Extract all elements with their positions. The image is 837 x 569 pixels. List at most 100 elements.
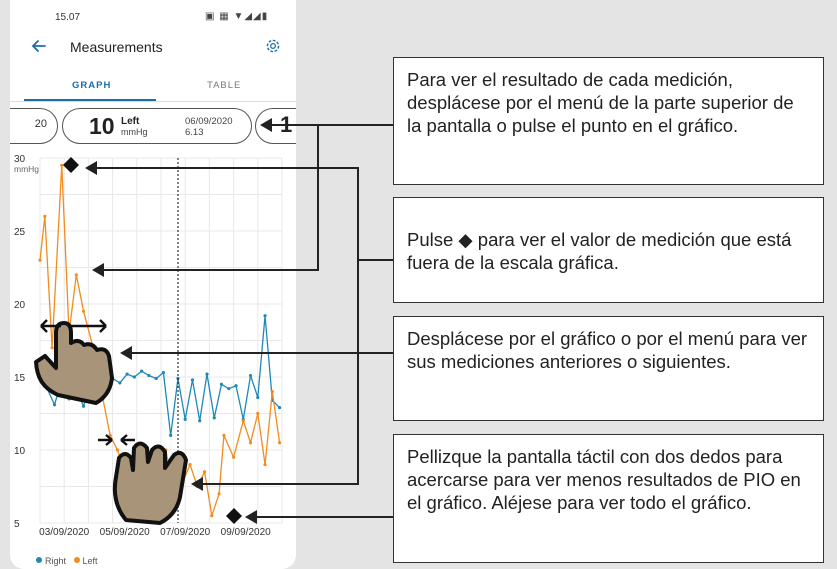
- callout-diamond-marker: Pulse ◆ para ver el valor de medición qu…: [393, 197, 824, 303]
- page-title: Measurements: [70, 39, 163, 55]
- data-point-left: [135, 492, 139, 496]
- data-point-right: [263, 314, 267, 318]
- data-point-right: [227, 387, 231, 391]
- data-point-left: [108, 433, 112, 437]
- data-point-right: [190, 378, 195, 382]
- tab-divider: [10, 101, 296, 102]
- data-point-left: [156, 492, 161, 496]
- data-point-right: [60, 378, 64, 382]
- measurement-eye: Left: [121, 116, 140, 127]
- gear-icon[interactable]: [264, 37, 282, 55]
- data-point-left: [232, 455, 236, 459]
- data-point-left: [195, 484, 199, 489]
- previous-measurement-value: 20: [34, 118, 47, 130]
- data-point-right: [161, 371, 166, 375]
- data-point-left: [125, 477, 129, 481]
- data-point-left: [248, 441, 253, 445]
- phone-screen: 15.07 ▣ ▦ ▼◢◢▮ Measurements GRAPH TABLE …: [10, 0, 296, 569]
- data-point-left: [222, 433, 226, 437]
- data-point-left: [181, 480, 185, 484]
- data-point-left: [241, 419, 245, 423]
- data-point-left: [210, 514, 214, 518]
- current-measurement-pill[interactable]: 10 Left mmHg 06/09/2020 6.13: [62, 108, 252, 144]
- legend-left: Left: [82, 556, 98, 566]
- iop-chart[interactable]: 30252015105mmHg03/09/2020 05/09/2020 07/09…: [10, 148, 296, 546]
- measurement-date: 06/09/2020: [185, 116, 233, 127]
- previous-measurement-pill[interactable]: 20: [10, 108, 58, 144]
- data-point-left: [60, 163, 64, 167]
- data-point-left: [217, 492, 221, 496]
- data-point-left: [188, 463, 192, 467]
- y-unit-label: mmHg: [14, 164, 39, 174]
- data-point-left: [38, 258, 42, 262]
- y-tick-label: 10: [14, 446, 26, 457]
- data-point-right: [248, 373, 253, 378]
- data-point-right: [147, 373, 151, 378]
- data-point-left: [256, 411, 260, 416]
- tab-table[interactable]: TABLE: [207, 80, 241, 91]
- data-point-left: [270, 390, 274, 394]
- data-point-right: [234, 384, 238, 388]
- data-point-right: [52, 403, 57, 407]
- data-point-right: [103, 378, 107, 382]
- data-point-left: [101, 397, 105, 401]
- data-point-right: [140, 369, 144, 373]
- next-measurement-pill[interactable]: 1: [255, 108, 296, 144]
- callout-menu-scroll: Para ver el resultado de cada medición, …: [393, 57, 824, 185]
- data-point-right: [38, 368, 42, 372]
- y-tick-label: 25: [14, 227, 26, 238]
- measurement-time: 6.13: [185, 127, 204, 138]
- data-point-left: [144, 499, 149, 503]
- data-point-right: [169, 433, 173, 437]
- data-point-right: [45, 387, 49, 391]
- data-point-left: [173, 499, 178, 503]
- y-tick-label: 15: [14, 373, 26, 384]
- data-point-left: [202, 470, 207, 474]
- chart-legend: Right Left: [36, 556, 98, 566]
- back-arrow-icon[interactable]: [30, 37, 48, 55]
- x-tick-label: 07/09/2020: [160, 527, 210, 538]
- callout-pinch-zoom: Pellizque la pantalla táctil con dos ded…: [393, 434, 824, 563]
- out-of-range-diamond-icon: [226, 508, 242, 524]
- data-point-right: [256, 395, 260, 400]
- left-legend-dot: [73, 557, 80, 563]
- data-point-right: [125, 372, 129, 376]
- data-point-right: [67, 397, 71, 401]
- data-point-left: [277, 441, 282, 445]
- status-time: 15.07: [55, 12, 81, 23]
- data-point-right: [183, 417, 187, 421]
- tab-graph[interactable]: GRAPH: [72, 80, 111, 91]
- x-tick-label: 05/09/2020: [100, 527, 150, 538]
- data-point-left: [115, 448, 120, 452]
- data-point-right: [198, 419, 202, 423]
- data-point-right: [118, 381, 122, 385]
- data-point-right: [205, 372, 209, 376]
- data-point-right: [212, 416, 216, 420]
- status-icons: ▣ ▦ ▼◢◢▮: [205, 11, 269, 22]
- data-point-left: [81, 309, 86, 313]
- data-point-left: [164, 448, 168, 452]
- x-tick-label: 09/09/2020: [221, 527, 271, 538]
- data-point-right: [74, 388, 78, 392]
- out-of-range-diamond-icon: [63, 157, 79, 173]
- data-point-left: [91, 346, 95, 350]
- measurement-value: 10: [89, 113, 115, 139]
- data-point-right: [132, 375, 136, 379]
- callout-scroll-graph: Desplácese por el gráfico o por el menú …: [393, 316, 824, 421]
- legend-right: Right: [45, 556, 67, 566]
- data-point-right: [89, 382, 93, 386]
- data-point-right: [277, 406, 282, 410]
- data-point-left: [263, 463, 267, 467]
- next-measurement-value: 1: [280, 112, 293, 137]
- data-point-left: [67, 331, 71, 335]
- data-point-right: [219, 382, 224, 386]
- data-point-left: [74, 273, 78, 277]
- data-point-right: [111, 376, 115, 381]
- measurement-unit: mmHg: [121, 127, 148, 137]
- y-tick-label: 5: [14, 519, 20, 530]
- series-line-right: [39, 315, 281, 436]
- data-point-right: [154, 376, 158, 381]
- data-point-left: [43, 214, 47, 218]
- x-tick-label: 03/09/2020: [39, 527, 89, 538]
- y-tick-label: 20: [14, 300, 26, 311]
